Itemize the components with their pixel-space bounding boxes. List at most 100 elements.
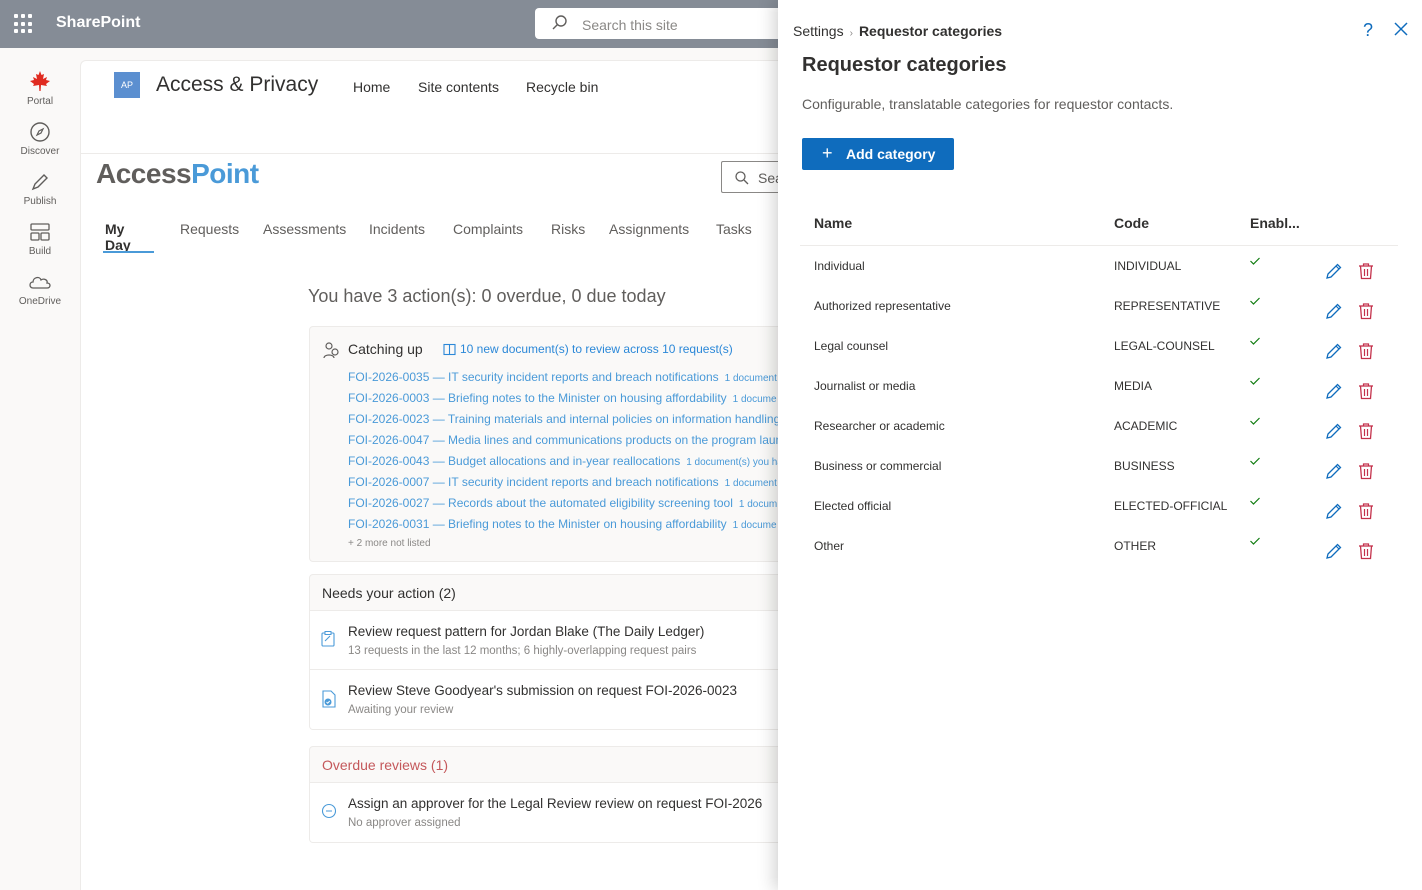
more-not-listed: + 2 more not listed bbox=[348, 538, 431, 549]
edit-icon[interactable] bbox=[1325, 262, 1343, 280]
check-icon bbox=[1250, 337, 1260, 345]
clipboard-icon bbox=[321, 631, 335, 647]
delete-icon[interactable] bbox=[1357, 382, 1375, 400]
column-header-enabled[interactable]: Enabl... bbox=[1250, 215, 1300, 231]
close-icon[interactable] bbox=[1392, 20, 1410, 38]
tab-risks[interactable]: Risks bbox=[551, 221, 585, 237]
tab-complaints[interactable]: Complaints bbox=[453, 221, 523, 237]
action-subtitle: Awaiting your review bbox=[348, 704, 454, 716]
category-name: Other bbox=[814, 539, 845, 553]
panel-description: Configurable, translatable categories fo… bbox=[802, 96, 1174, 112]
nav-recycle-bin[interactable]: Recycle bin bbox=[526, 79, 598, 95]
site-name[interactable]: Access & Privacy bbox=[156, 73, 318, 97]
overdue-title: Overdue reviews (1) bbox=[322, 757, 449, 773]
delete-icon[interactable] bbox=[1357, 422, 1375, 440]
breadcrumb-separator: › bbox=[849, 28, 853, 39]
edit-icon[interactable] bbox=[1325, 542, 1343, 560]
tab-assessments[interactable]: Assessments bbox=[263, 221, 346, 237]
suite-title[interactable]: SharePoint bbox=[56, 14, 140, 32]
request-link[interactable]: FOI-2026-0031 — Briefing notes to the Mi… bbox=[348, 517, 777, 531]
request-link[interactable]: FOI-2026-0035 — IT security incident rep… bbox=[348, 370, 777, 384]
settings-panel: Settings › Requestor categories ? Requesto… bbox=[778, 0, 1422, 890]
delete-icon[interactable] bbox=[1357, 262, 1375, 280]
category-row: Other OTHER bbox=[800, 530, 1398, 570]
category-name: Business or commercial bbox=[814, 459, 942, 473]
request-link[interactable]: FOI-2026-0043 — Budget allocations and i… bbox=[348, 454, 783, 468]
tab-my-day[interactable]: My Day bbox=[105, 221, 131, 253]
breadcrumb: Settings › Requestor categories bbox=[793, 23, 1002, 39]
action-item[interactable]: Assign an approver for the Legal Review … bbox=[310, 783, 788, 842]
action-title: Review Steve Goodyear's submission on re… bbox=[348, 683, 738, 698]
add-category-label: Add category bbox=[846, 146, 936, 162]
people-icon bbox=[323, 342, 339, 359]
rail-label: Discover bbox=[20, 146, 60, 157]
add-category-button[interactable]: + Add category bbox=[802, 138, 954, 170]
delete-icon[interactable] bbox=[1357, 462, 1375, 480]
delete-icon[interactable] bbox=[1357, 502, 1375, 520]
category-name: Journalist or media bbox=[814, 379, 916, 393]
site-logo[interactable]: AP bbox=[114, 72, 140, 98]
overdue-header: Overdue reviews (1) bbox=[310, 747, 788, 783]
rail-item-publish[interactable]: Publish bbox=[0, 170, 80, 207]
left-rail: Portal Discover Publish Build OneDrive bbox=[0, 48, 80, 890]
header-divider bbox=[81, 153, 841, 154]
nav-site-contents[interactable]: Site contents bbox=[418, 79, 499, 95]
category-code: BUSINESS bbox=[1114, 459, 1175, 473]
needs-action-header: Needs your action (2) bbox=[310, 575, 788, 611]
tab-tasks[interactable]: Tasks bbox=[716, 221, 752, 237]
header-divider bbox=[800, 245, 1398, 246]
action-title: Assign an approver for the Legal Review … bbox=[348, 796, 763, 811]
plus-icon: + bbox=[822, 143, 833, 163]
help-icon[interactable]: ? bbox=[1363, 20, 1373, 41]
compass-icon bbox=[30, 122, 50, 142]
edit-icon[interactable] bbox=[1325, 382, 1343, 400]
category-row: Individual INDIVIDUAL bbox=[800, 250, 1398, 290]
rail-item-portal[interactable]: Portal bbox=[0, 70, 80, 107]
column-header-name[interactable]: Name bbox=[814, 215, 852, 231]
edit-icon[interactable] bbox=[1325, 502, 1343, 520]
rail-item-build[interactable]: Build bbox=[0, 220, 80, 257]
document-check-icon bbox=[322, 690, 336, 708]
rail-label: Portal bbox=[26, 96, 54, 107]
category-row: Legal counsel LEGAL-COUNSEL bbox=[800, 330, 1398, 370]
request-link[interactable]: FOI-2026-0027 — Records about the automa… bbox=[348, 496, 777, 510]
category-code: OTHER bbox=[1114, 539, 1156, 553]
request-link[interactable]: FOI-2026-0007 — IT security incident rep… bbox=[348, 475, 777, 489]
edit-icon[interactable] bbox=[1325, 342, 1343, 360]
category-row: Business or commercial BUSINESS bbox=[800, 450, 1398, 490]
search-icon bbox=[735, 171, 749, 185]
delete-icon[interactable] bbox=[1357, 542, 1375, 560]
breadcrumb-current: Requestor categories bbox=[858, 23, 1003, 39]
tab-incidents[interactable]: Incidents bbox=[369, 221, 425, 237]
rail-label: Build bbox=[28, 246, 52, 257]
check-icon bbox=[1250, 377, 1260, 385]
tab-requests[interactable]: Requests bbox=[180, 221, 239, 237]
category-row: Researcher or academic ACADEMIC bbox=[800, 410, 1398, 450]
action-item[interactable]: Review request pattern for Jordan Blake … bbox=[310, 611, 788, 670]
rail-item-onedrive[interactable]: OneDrive bbox=[0, 270, 80, 307]
column-header-code[interactable]: Code bbox=[1114, 215, 1149, 231]
request-link[interactable]: FOI-2026-0023 — Training materials and i… bbox=[348, 412, 786, 426]
edit-icon[interactable] bbox=[1325, 462, 1343, 480]
category-name: Researcher or academic bbox=[814, 419, 945, 433]
app-launcher-icon[interactable] bbox=[14, 14, 34, 34]
breadcrumb-settings[interactable]: Settings bbox=[793, 23, 844, 39]
site-search-box[interactable]: Search this site bbox=[535, 8, 795, 39]
book-icon bbox=[443, 343, 456, 356]
edit-icon[interactable] bbox=[1325, 422, 1343, 440]
request-link[interactable]: FOI-2026-0003 — Briefing notes to the Mi… bbox=[348, 391, 777, 405]
overdue-reviews-card: Overdue reviews (1) Assign an approver f… bbox=[309, 746, 789, 843]
tab-assignments[interactable]: Assignments bbox=[609, 221, 689, 237]
category-name: Legal counsel bbox=[814, 339, 889, 353]
nav-home[interactable]: Home bbox=[353, 79, 390, 95]
check-icon bbox=[1250, 257, 1260, 265]
rail-item-discover[interactable]: Discover bbox=[0, 120, 80, 157]
request-link[interactable]: FOI-2026-0047 — Media lines and communic… bbox=[348, 433, 788, 447]
cloud-icon bbox=[29, 276, 51, 289]
delete-icon[interactable] bbox=[1357, 302, 1375, 320]
edit-icon[interactable] bbox=[1325, 302, 1343, 320]
new-documents-link[interactable]: 10 new document(s) to review across 10 r… bbox=[460, 342, 733, 356]
delete-icon[interactable] bbox=[1357, 342, 1375, 360]
maple-leaf-icon bbox=[30, 71, 50, 91]
action-item[interactable]: Review Steve Goodyear's submission on re… bbox=[310, 670, 788, 729]
